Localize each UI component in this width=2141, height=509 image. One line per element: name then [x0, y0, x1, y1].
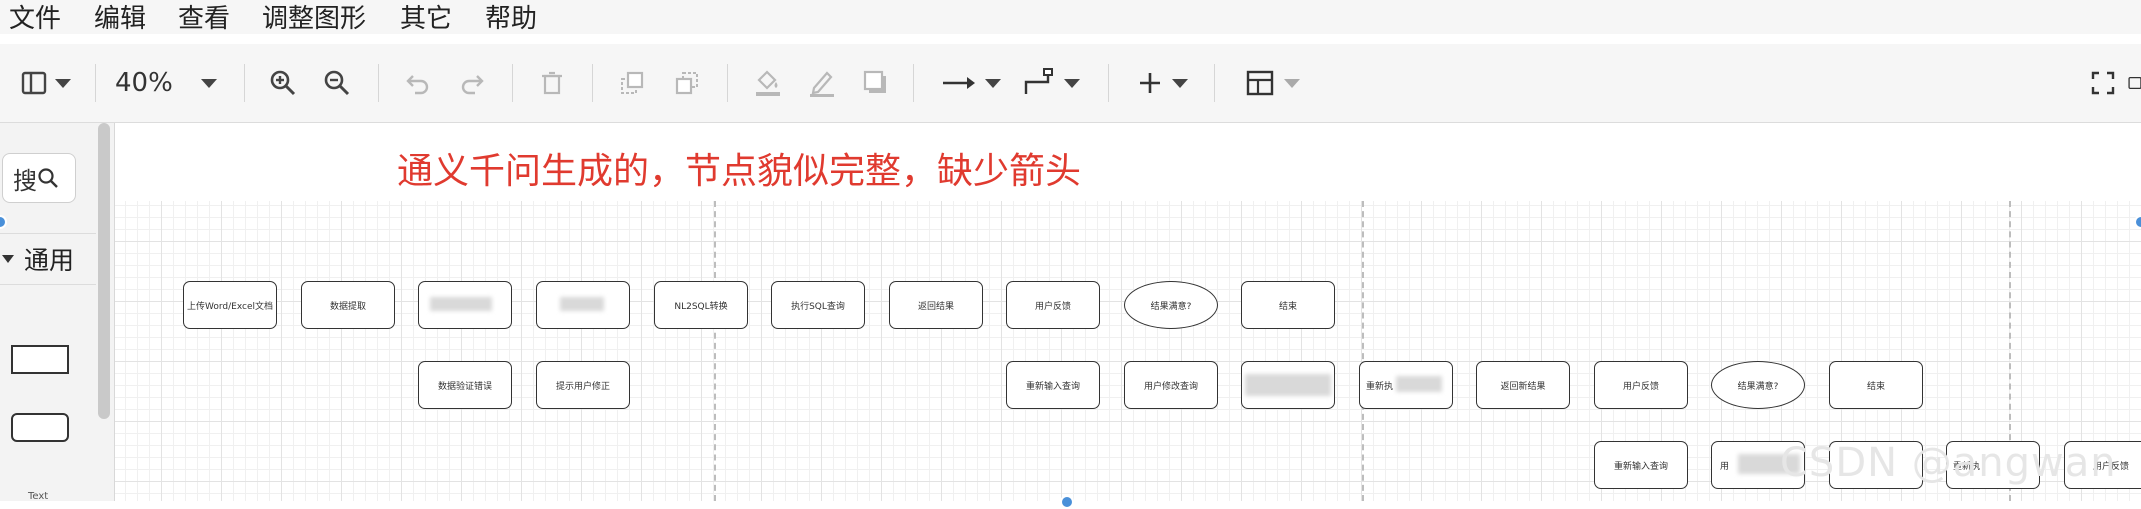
chevron-down-icon — [1284, 78, 1300, 88]
zoom-in-icon — [270, 70, 296, 96]
node-data-validation-error[interactable]: 数据验证错误 — [418, 361, 512, 409]
search-label: 搜 — [13, 166, 37, 195]
to-front-icon — [621, 71, 644, 94]
toolbar: 40% — [0, 44, 2141, 123]
node-satisfied-decision[interactable]: 结果满意? — [1124, 281, 1218, 329]
trash-icon — [542, 71, 562, 95]
insert-button[interactable] — [1134, 66, 1192, 100]
annotation-text[interactable]: 通义千问生成的，节点貌似完整，缺少箭头 — [397, 142, 1081, 194]
collapse-triangle-icon — [2, 255, 14, 263]
node-end-2[interactable]: 结束 — [1829, 361, 1923, 409]
zoom-out-button[interactable] — [320, 66, 354, 100]
shape-sidebar: 搜 通用 Text — [0, 123, 115, 502]
node-reenter-query[interactable]: 重新输入查询 — [1006, 361, 1100, 409]
chevron-down-icon — [985, 78, 1001, 88]
pencil-icon — [810, 71, 834, 97]
menu-file[interactable]: 文件 — [9, 0, 61, 35]
node-execute-sql[interactable]: 执行SQL查询 — [771, 281, 865, 329]
node-nl2sql[interactable]: NL2SQL转换 — [654, 281, 748, 329]
shadow-button[interactable] — [860, 66, 892, 100]
watermark: CSDN @angwan — [1780, 440, 2117, 486]
connection-handle[interactable] — [1060, 495, 1074, 509]
redacted-text — [430, 297, 492, 311]
menu-arrange[interactable]: 调整图形 — [262, 0, 366, 35]
node-return-result[interactable]: 返回结果 — [889, 281, 983, 329]
redo-icon — [461, 75, 484, 95]
section-general-label: 通用 — [24, 246, 75, 275]
collapse-button[interactable] — [2128, 66, 2141, 100]
plus-icon — [1140, 73, 1160, 93]
to-front-button[interactable] — [617, 66, 647, 100]
line-color-button[interactable] — [806, 66, 838, 100]
fullscreen-icon — [2091, 71, 2115, 95]
menu-view[interactable]: 查看 — [178, 0, 230, 35]
node-reenter-query-2[interactable]: 重新输入查询 — [1594, 441, 1688, 489]
rectangle-shape[interactable] — [11, 345, 69, 374]
menu-edit[interactable]: 编辑 — [94, 0, 146, 35]
sidebar-scrollbar[interactable] — [98, 123, 110, 419]
undo-button[interactable] — [403, 66, 433, 100]
redacted-text — [1396, 376, 1442, 392]
node-prompt-user-fix[interactable]: 提示用户修正 — [536, 361, 630, 409]
table-button[interactable] — [1240, 66, 1306, 100]
waypoint-icon — [1024, 68, 1053, 94]
undo-icon — [406, 75, 429, 95]
zoom-dropdown-button[interactable] — [196, 66, 222, 100]
redo-button[interactable] — [457, 66, 487, 100]
shadow-icon — [863, 70, 886, 93]
chevron-down-icon — [201, 78, 217, 88]
node-satisfied-decision-2[interactable]: 结果满意? — [1711, 361, 1805, 409]
page-break-line — [714, 201, 716, 501]
menu-help[interactable]: 帮助 — [485, 0, 537, 35]
connection-style-button[interactable] — [938, 66, 1004, 100]
delete-button[interactable] — [537, 66, 567, 100]
connection-handle[interactable] — [2134, 215, 2141, 229]
node-end[interactable]: 结束 — [1241, 281, 1335, 329]
page-break-line — [1362, 201, 1364, 501]
fill-color-button[interactable] — [752, 66, 784, 100]
chevron-down-icon — [1172, 78, 1188, 88]
zoom-out-icon — [324, 70, 350, 96]
collapse-icon — [2128, 76, 2141, 90]
redacted-text — [1245, 374, 1331, 396]
menu-bar: 文件 编辑 查看 调整图形 其它 帮助 — [0, 0, 2141, 34]
format-panel-toggle-button[interactable] — [14, 66, 78, 100]
sidebar-icon — [21, 71, 47, 95]
section-general-header[interactable]: 通用 — [0, 233, 96, 285]
text-shape[interactable]: Text — [28, 491, 48, 502]
table-icon — [1246, 70, 1274, 96]
zoom-level[interactable]: 40% — [115, 68, 173, 98]
chevron-down-icon — [55, 78, 71, 88]
menu-extras[interactable]: 其它 — [400, 0, 452, 35]
rounded-rectangle-shape[interactable] — [11, 413, 69, 442]
fullscreen-button[interactable] — [2088, 66, 2118, 100]
paint-bucket-icon — [756, 70, 780, 96]
arrow-right-icon — [943, 77, 975, 89]
to-back-button[interactable] — [672, 66, 702, 100]
to-back-icon — [675, 72, 698, 95]
redacted-text — [560, 297, 604, 311]
zoom-in-button[interactable] — [266, 66, 300, 100]
waypoints-button[interactable] — [1018, 66, 1084, 100]
node-user-modify-query[interactable]: 用户修改查询 — [1124, 361, 1218, 409]
chevron-down-icon — [1064, 78, 1080, 88]
shape-search-input[interactable]: 搜 — [2, 153, 76, 203]
node-upload[interactable]: 上传Word/Excel文档 — [183, 281, 277, 329]
node-data-extract[interactable]: 数据提取 — [301, 281, 395, 329]
search-icon — [38, 168, 58, 188]
node-return-new-result[interactable]: 返回新结果 — [1476, 361, 1570, 409]
node-user-feedback[interactable]: 用户反馈 — [1006, 281, 1100, 329]
node-user-feedback-2[interactable]: 用户反馈 — [1594, 361, 1688, 409]
